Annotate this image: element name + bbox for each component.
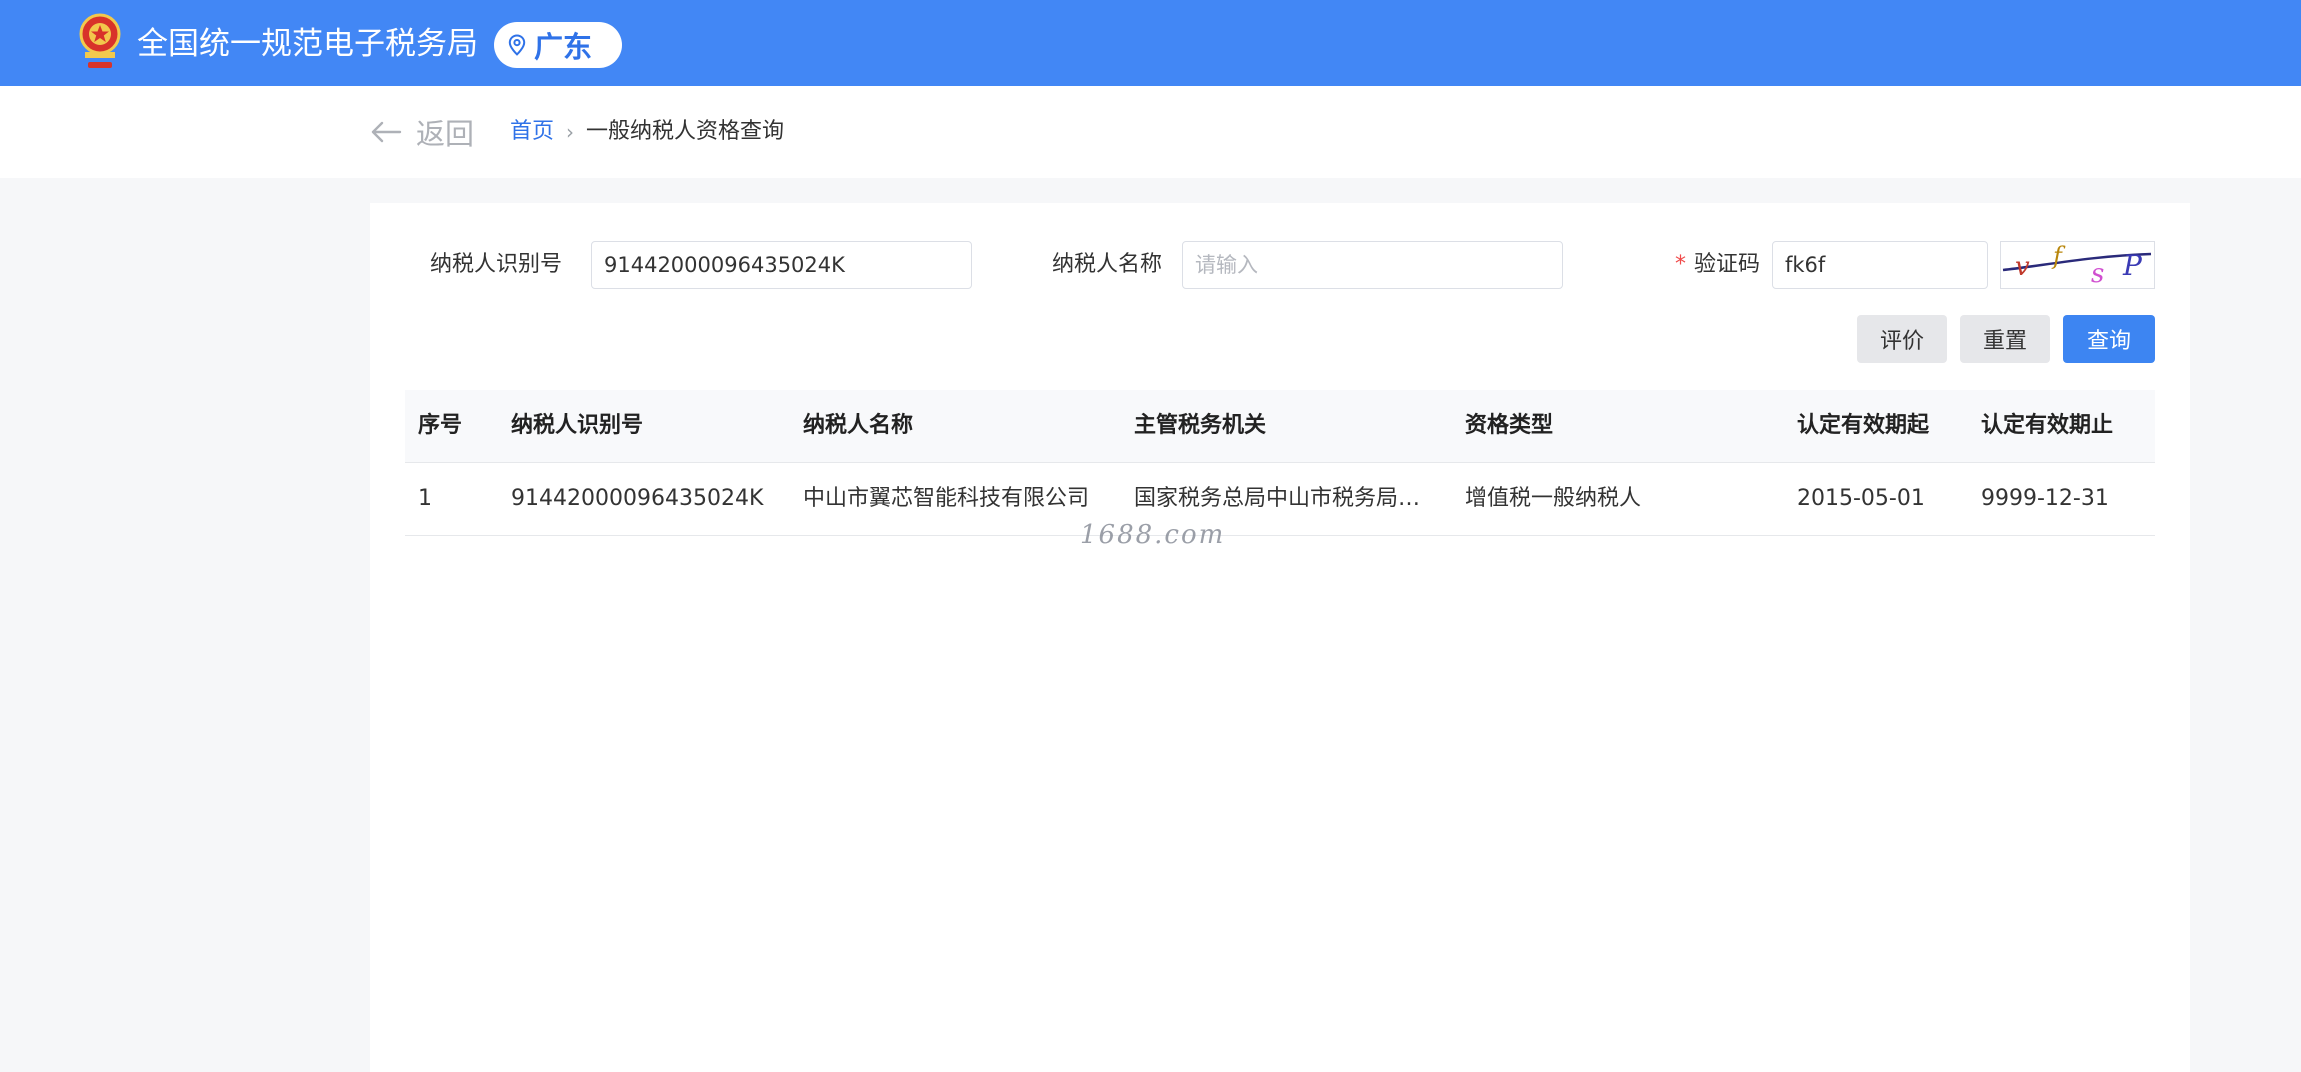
table-row[interactable]: 1 91442000096435024K 中山市翼芯智能科技有限公司 国家税务总… [405,463,2155,536]
reset-button[interactable]: 重置 [1960,315,2050,363]
captcha-input[interactable] [1772,241,1988,289]
captcha-image[interactable]: v f s P [2000,241,2155,289]
national-emblem-icon [79,13,121,68]
site-title: 全国统一规范电子税务局 [137,26,478,62]
evaluate-button[interactable]: 评价 [1857,315,1947,363]
table-cell: 9999-12-31 [1981,486,2109,511]
table-cell: 增值税一般纳税人 [1465,486,1642,511]
column-header: 纳税人识别号 [511,413,644,438]
captcha-label: 验证码 [1693,252,1760,277]
column-header: 认定有效期起 [1797,413,1930,438]
required-mark: * [1674,252,1686,277]
table-cell: 1 [418,486,432,511]
column-header: 认定有效期止 [1981,413,2114,438]
svg-text:s: s [2091,259,2104,288]
column-header: 序号 [418,413,463,438]
nav-bar [0,86,2301,178]
table-header: 序号 纳税人识别号 纳税人名称 主管税务机关 资格类型 认定有效期起 认定有效期… [405,390,2155,463]
svg-text:P: P [2122,249,2143,282]
back-label: 返回 [416,117,475,151]
breadcrumb-home-link[interactable]: 首页 [510,117,554,147]
watermark: 1688.com [1080,520,1226,550]
taxpayer-name-label: 纳税人名称 [1051,252,1162,277]
svg-text:v: v [2015,252,2030,282]
arrow-left-icon [371,121,402,143]
top-header: 全国统一规范电子税务局 广东 [0,0,2301,86]
query-button[interactable]: 查询 [2063,315,2155,363]
breadcrumb: 首页 › 一般纳税人资格查询 [510,117,784,147]
taxpayer-id-input[interactable] [591,241,972,289]
breadcrumb-separator: › [566,120,575,144]
region-label: 广东 [534,30,593,64]
captcha-image-art: v f s P [2002,242,2152,289]
column-header: 资格类型 [1465,413,1554,438]
region-selector[interactable]: 广东 [494,22,622,68]
column-header: 纳税人名称 [803,413,914,438]
taxpayer-id-label: 纳税人识别号 [430,252,563,277]
table-cell: 中山市翼芯智能科技有限公司 [803,486,1090,511]
back-button[interactable]: 返回 [370,112,474,152]
svg-text:f: f [2051,242,2066,270]
location-pin-icon [508,34,526,56]
table-cell: 2015-05-01 [1797,486,1925,511]
breadcrumb-current: 一般纳税人资格查询 [586,119,785,144]
taxpayer-name-input[interactable] [1182,241,1563,289]
captcha-label-group: * 验证码 [1670,241,1760,289]
query-card: 纳税人识别号 纳税人名称 * 验证码 v f s P 评价 重置 查询 序号 纳税… [370,203,2190,1072]
table-cell: 91442000096435024K [511,486,764,511]
column-header: 主管税务机关 [1134,413,1267,438]
results-table: 序号 纳税人识别号 纳税人名称 主管税务机关 资格类型 认定有效期起 认定有效期… [405,390,2155,536]
